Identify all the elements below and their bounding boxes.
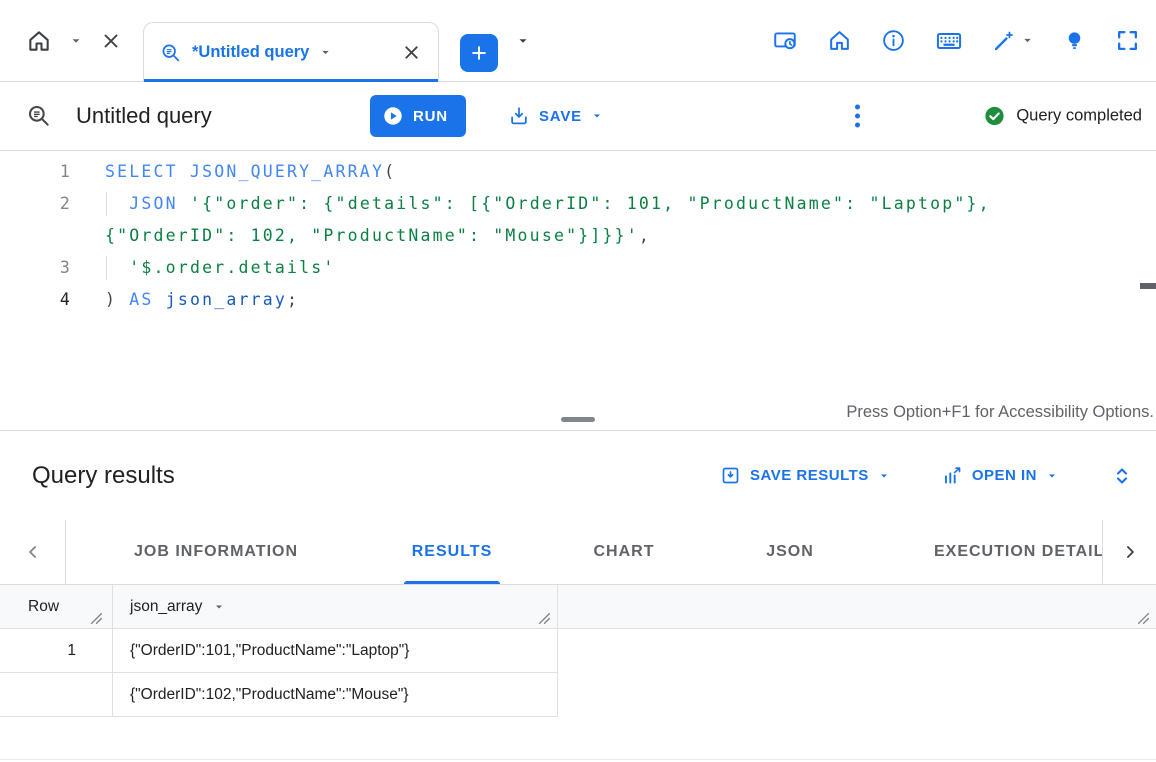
code-line: 1 SELECT JSON_QUERY_ARRAY(	[0, 156, 1156, 188]
lightbulb-icon[interactable]	[1063, 29, 1086, 52]
save-caret-icon	[591, 110, 603, 122]
row-number-cell: 1	[67, 641, 76, 659]
open-in-caret-icon	[1046, 470, 1058, 482]
save-results-icon	[720, 465, 741, 486]
new-tab-caret-icon[interactable]	[516, 34, 530, 48]
editor-tab-strip: *Untitled query	[0, 0, 1156, 82]
json-array-cell[interactable]: {"OrderID":102,"ProductName":"Mouse"}	[130, 686, 409, 704]
editor-results-divider: Press Option+F1 for Accessibility Option…	[0, 400, 1156, 431]
query-magnifier-icon	[160, 42, 182, 64]
json-array-column-header: json_array	[130, 598, 225, 616]
save-icon	[508, 105, 530, 127]
query-magnifier-icon	[26, 103, 52, 129]
chevron-right-icon	[1120, 542, 1140, 562]
bigquery-editor-window: *Untitled query Untitled query RUN SAVE …	[0, 0, 1156, 762]
column-divider	[557, 585, 558, 717]
save-results-button[interactable]: SAVE RESULTS	[720, 465, 890, 486]
tabs-scroll-right[interactable]	[1102, 520, 1156, 583]
tab-json[interactable]: JSON	[710, 520, 870, 584]
query-tab-caret-icon[interactable]	[319, 46, 332, 59]
home-tab-caret-icon[interactable]	[69, 34, 83, 48]
column-divider	[112, 585, 113, 717]
active-query-tab[interactable]: *Untitled query	[143, 22, 439, 82]
tab-strip-right-controls	[772, 0, 1140, 81]
new-tab-button[interactable]	[460, 34, 498, 72]
resize-handle-icon[interactable]	[90, 612, 103, 625]
code-line: 4 ) AS json_array;	[0, 284, 1156, 316]
console-clock-icon[interactable]	[772, 28, 798, 54]
line-number: 1	[59, 162, 72, 181]
tab-job-information[interactable]: JOB INFORMATION	[66, 520, 366, 584]
results-title: Query results	[32, 461, 175, 489]
resize-handle-icon[interactable]	[538, 612, 551, 625]
line-number: 3	[59, 258, 72, 277]
sql-code-editor[interactable]: 1 SELECT JSON_QUERY_ARRAY( 2 JSON '{"ord…	[0, 151, 1156, 400]
close-query-tab-icon[interactable]	[401, 42, 422, 63]
sql-generation-control	[992, 29, 1034, 53]
accessibility-hint: Press Option+F1 for Accessibility Option…	[846, 403, 1154, 421]
run-button-label: RUN	[413, 107, 448, 125]
open-in-chart-icon	[942, 465, 963, 486]
close-home-tab-icon[interactable]	[100, 30, 122, 52]
code-line: 2 JSON '{"order": {"details": [{"OrderID…	[0, 188, 1156, 220]
kebab-menu-icon[interactable]	[851, 101, 864, 132]
save-results-label: SAVE RESULTS	[750, 467, 869, 484]
resize-drag-handle[interactable]	[561, 417, 595, 422]
resize-handle-icon[interactable]	[1137, 612, 1150, 625]
bottom-edge-divider	[0, 759, 1156, 760]
tab-chart[interactable]: CHART	[538, 520, 710, 584]
query-title: Untitled query	[76, 103, 212, 128]
fullscreen-icon[interactable]	[1115, 28, 1140, 53]
table-header-row: Row json_array	[0, 585, 1156, 629]
editor-scrollbar-thumb[interactable]	[1140, 283, 1156, 289]
code-line: 3 '$.order.details'	[0, 252, 1156, 284]
tab-strip-left-controls	[26, 0, 122, 81]
query-tab-title: *Untitled query	[192, 43, 310, 61]
chevron-left-icon	[23, 542, 43, 562]
table-row: {"OrderID":102,"ProductName":"Mouse"}	[0, 673, 557, 717]
column-menu-caret-icon[interactable]	[213, 601, 225, 613]
play-circle-icon	[382, 105, 404, 127]
table-row: 1 {"OrderID":101,"ProductName":"Laptop"}	[0, 629, 557, 673]
magic-pen-icon[interactable]	[992, 29, 1016, 53]
active-tab-underline	[404, 581, 500, 584]
indent-guide	[106, 192, 107, 216]
results-tabs: JOB INFORMATION RESULTS CHART JSON EXECU…	[66, 520, 1156, 584]
open-in-button[interactable]: OPEN IN	[942, 465, 1058, 486]
tab-results[interactable]: RESULTS	[366, 520, 538, 584]
row-column-header: Row	[28, 597, 60, 615]
line-number: 4	[59, 290, 72, 309]
save-button[interactable]: SAVE	[508, 105, 603, 127]
save-button-label: SAVE	[539, 107, 582, 125]
info-icon[interactable]	[881, 28, 906, 53]
results-tab-bar: JOB INFORMATION RESULTS CHART JSON EXECU…	[0, 520, 1156, 585]
keyboard-icon[interactable]	[935, 27, 963, 55]
unfold-icon[interactable]	[1110, 464, 1134, 488]
tabs-scroll-left[interactable]	[0, 520, 66, 584]
results-actions: SAVE RESULTS OPEN IN	[720, 464, 1134, 488]
code-line-wrapped: {"OrderID": 102, "ProductName": "Mouse"}…	[0, 220, 1156, 252]
home-tab-icon[interactable]	[26, 28, 52, 54]
query-header-bar: Untitled query RUN SAVE Query completed	[0, 82, 1156, 151]
results-table: Row json_array 1 {"OrderID":101,"Product…	[0, 585, 1156, 762]
magic-pen-caret-icon[interactable]	[1021, 34, 1034, 47]
run-button[interactable]: RUN	[370, 95, 466, 137]
indent-guide	[106, 256, 107, 280]
query-results-header: Query results SAVE RESULTS OPEN IN	[0, 431, 1156, 520]
status-text: Query completed	[1016, 106, 1142, 125]
line-number	[0, 220, 72, 252]
home-icon[interactable]	[827, 28, 852, 53]
save-results-caret-icon	[878, 470, 890, 482]
line-number: 2	[59, 194, 72, 213]
query-status: Query completed	[983, 105, 1142, 128]
check-circle-icon	[983, 105, 1006, 128]
json-array-cell[interactable]: {"OrderID":101,"ProductName":"Laptop"}	[130, 642, 409, 660]
open-in-label: OPEN IN	[971, 467, 1037, 484]
